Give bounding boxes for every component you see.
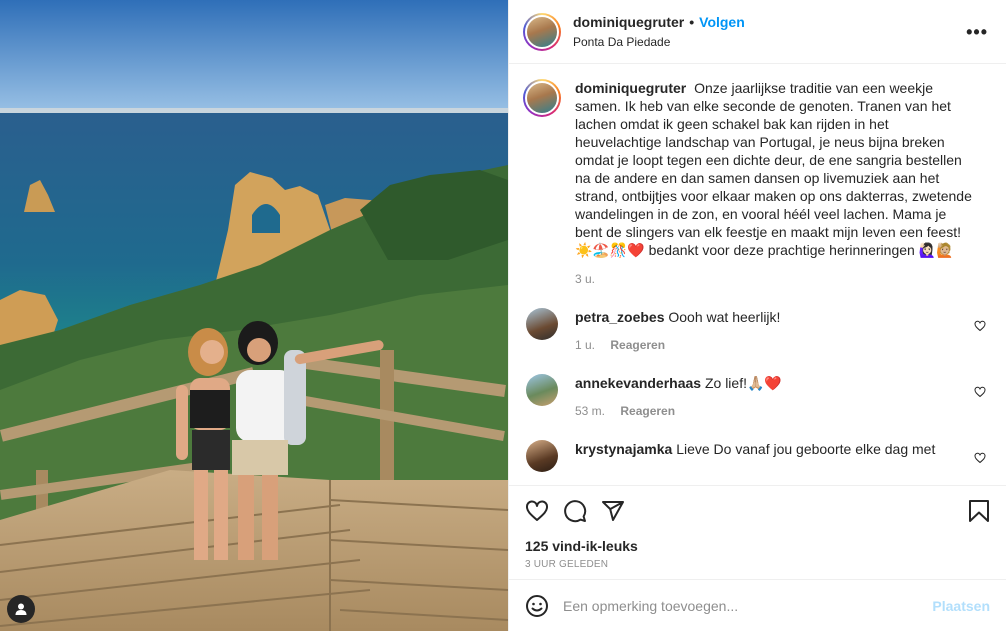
commenter-username[interactable]: krystynajamka xyxy=(575,441,672,457)
comment-button[interactable] xyxy=(563,499,587,523)
caption-time: 3 u. xyxy=(575,272,596,286)
user-tag-icon xyxy=(15,603,27,615)
comment-composer: Plaatsen xyxy=(509,579,1006,631)
comment-input[interactable] xyxy=(563,597,933,614)
commenter-avatar[interactable] xyxy=(526,308,558,340)
caption-avatar[interactable] xyxy=(523,79,561,117)
save-button[interactable] xyxy=(968,499,990,523)
author-avatar[interactable] xyxy=(523,12,561,51)
user-tag-button[interactable] xyxy=(7,595,35,623)
more-options-icon[interactable]: ••• xyxy=(966,22,988,43)
comment-like-icon[interactable] xyxy=(974,320,986,332)
follow-button[interactable]: Volgen xyxy=(699,14,745,30)
post-actions: 125 vind-ik-leuks 3 UUR GELEDEN xyxy=(509,485,1006,570)
comment-like-icon[interactable] xyxy=(974,452,986,464)
share-button[interactable] xyxy=(601,499,625,523)
comment-time: 53 m. xyxy=(575,404,606,418)
comment-icon xyxy=(564,500,587,523)
post-side-panel: dominiquegruter • Volgen Ponta Da Piedad… xyxy=(508,0,1006,631)
caption-text: Onze jaarlijkse traditie van een weekje … xyxy=(575,80,972,258)
commenter-username[interactable]: annekevanderhaas xyxy=(575,375,701,391)
caption: dominiquegruter Onze jaarlijkse traditie… xyxy=(523,79,990,288)
post-header: dominiquegruter • Volgen Ponta Da Piedad… xyxy=(509,0,1006,64)
comment-time: 1 u. xyxy=(575,338,596,352)
comment-text: Oooh wat heerlijk! xyxy=(668,309,781,325)
post-image xyxy=(0,0,508,631)
comment-item: krystynajamka Lieve Do vanaf jou geboort… xyxy=(523,440,990,472)
comment-text: Zo lief!🙏🏼❤️ xyxy=(704,375,782,391)
heart-icon xyxy=(526,500,548,521)
post-comment-button[interactable]: Plaatsen xyxy=(932,598,990,614)
like-button[interactable] xyxy=(525,499,549,523)
comments-list[interactable]: dominiquegruter Onze jaarlijkse traditie… xyxy=(509,65,1006,485)
comment-like-icon[interactable] xyxy=(974,386,986,398)
author-username[interactable]: dominiquegruter xyxy=(573,14,684,30)
post-photo[interactable] xyxy=(0,0,508,631)
commenter-avatar[interactable] xyxy=(526,440,558,472)
likes-count[interactable]: 125 vind-ik-leuks xyxy=(525,538,990,554)
reply-button[interactable]: Reageren xyxy=(620,404,675,418)
post-time-ago: 3 UUR GELEDEN xyxy=(525,559,609,570)
comment-item: petra_zoebes Oooh wat heerlijk! 1 u. Rea… xyxy=(523,308,990,354)
comment-item: annekevanderhaas Zo lief!🙏🏼❤️ 53 m. Reag… xyxy=(523,374,990,420)
caption-username[interactable]: dominiquegruter xyxy=(575,80,686,96)
bookmark-icon xyxy=(969,500,989,522)
separator-dot: • xyxy=(689,14,695,30)
emoji-icon[interactable] xyxy=(525,594,549,618)
commenter-avatar[interactable] xyxy=(526,374,558,406)
reply-button[interactable]: Reageren xyxy=(610,338,665,352)
share-icon xyxy=(602,501,624,521)
commenter-username[interactable]: petra_zoebes xyxy=(575,309,664,325)
comment-text: Lieve Do vanaf jou geboorte elke dag met xyxy=(676,441,936,457)
post-location[interactable]: Ponta Da Piedade xyxy=(573,35,745,49)
